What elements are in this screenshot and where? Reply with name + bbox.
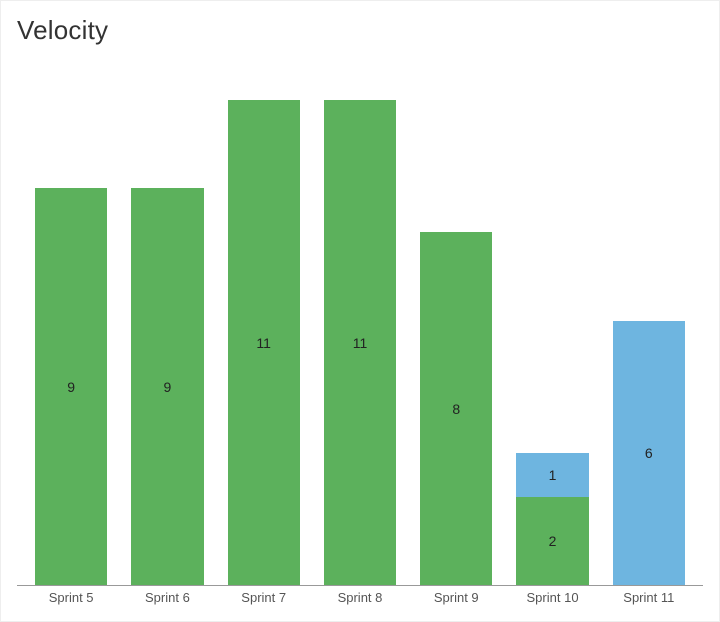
bar-slot: 9 0: [119, 54, 215, 585]
bar-slot: 11 0: [216, 54, 312, 585]
bar-segment-completed: 8: [420, 232, 492, 585]
velocity-chart: Velocity 9 0 9 0 11 0: [0, 0, 720, 622]
bar-segment-completed: 2: [516, 497, 588, 585]
bar-segment-planned: 1: [516, 453, 588, 497]
bar-segment-completed: 11: [324, 100, 396, 585]
bar-segment-planned: 6: [613, 321, 685, 586]
bar-sprint-8: 11 0: [324, 100, 396, 585]
x-axis-label: Sprint 10: [504, 590, 600, 605]
bar-sprint-6: 9 0: [131, 188, 203, 585]
bar-sprint-7: 11 0: [228, 100, 300, 585]
bar-slot: 11 0: [312, 54, 408, 585]
bar-slot: 2 1: [504, 54, 600, 585]
bar-slot: 8 0: [408, 54, 504, 585]
bar-sprint-11: 0 6: [613, 321, 685, 586]
chart-title: Velocity: [17, 15, 703, 46]
bar-sprint-9: 8 0: [420, 232, 492, 585]
bar-segment-completed: 9: [131, 188, 203, 585]
bar-segment-completed: 11: [228, 100, 300, 585]
bar-segment-completed: 9: [35, 188, 107, 585]
x-axis-label: Sprint 6: [119, 590, 215, 605]
x-axis-labels: Sprint 5 Sprint 6 Sprint 7 Sprint 8 Spri…: [17, 586, 703, 605]
x-axis-label: Sprint 8: [312, 590, 408, 605]
x-axis-label: Sprint 9: [408, 590, 504, 605]
bar-sprint-5: 9 0: [35, 188, 107, 585]
x-axis-label: Sprint 7: [216, 590, 312, 605]
bars-region: 9 0 9 0 11 0 11 0: [17, 54, 703, 586]
bar-sprint-10: 2 1: [516, 453, 588, 585]
bar-slot: 9 0: [23, 54, 119, 585]
bar-slot: 0 6: [601, 54, 697, 585]
x-axis-label: Sprint 5: [23, 590, 119, 605]
plot-area: 9 0 9 0 11 0 11 0: [17, 54, 703, 605]
x-axis-label: Sprint 11: [601, 590, 697, 605]
